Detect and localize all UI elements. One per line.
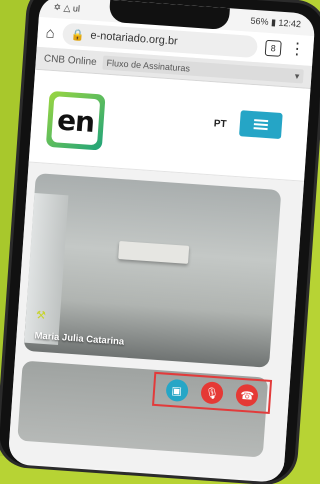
participant-name: Maria Julia Catarina xyxy=(34,330,125,348)
participant-video-tile[interactable]: ⚒ Maria Julia Catarina xyxy=(23,173,282,368)
cnb-label: CNB Online xyxy=(43,52,98,68)
enotariado-logo[interactable]: en xyxy=(45,90,106,151)
video-ac-unit xyxy=(118,241,190,264)
phone-screen: ✡ △ ul 56% ▮ 12:42 ⌂ 🔒 e-notariado.org.b… xyxy=(7,0,316,484)
url-text: e-notariado.org.br xyxy=(90,29,179,48)
more-menu-icon[interactable]: ⋮ xyxy=(289,40,306,58)
hamburger-menu-button[interactable] xyxy=(239,110,283,140)
hamburger-icon xyxy=(253,123,268,127)
mute-mic-button[interactable]: 🎙 xyxy=(200,381,224,405)
video-window-light xyxy=(24,193,69,346)
home-icon[interactable]: ⌂ xyxy=(45,24,55,42)
chevron-down-icon: ▾ xyxy=(294,70,300,81)
flow-select-value: Fluxo de Assinaturas xyxy=(106,57,191,74)
status-right: 56% ▮ 12:42 xyxy=(250,15,302,29)
tabs-button[interactable]: 8 xyxy=(264,39,282,57)
gavel-icon: ⚒ xyxy=(35,309,47,323)
video-conference-area: ⚒ Maria Julia Catarina ▣ 🎙 ☎ xyxy=(7,162,304,482)
share-screen-button[interactable]: ▣ xyxy=(165,378,189,403)
lock-icon: 🔒 xyxy=(70,28,85,42)
status-left: ✡ △ ul xyxy=(53,1,81,14)
hang-up-button[interactable]: ☎ xyxy=(235,383,260,408)
logo-text: en xyxy=(51,96,101,146)
language-selector[interactable]: PT xyxy=(213,118,227,130)
phone-frame: ✡ △ ul 56% ▮ 12:42 ⌂ 🔒 e-notariado.org.b… xyxy=(0,0,320,484)
